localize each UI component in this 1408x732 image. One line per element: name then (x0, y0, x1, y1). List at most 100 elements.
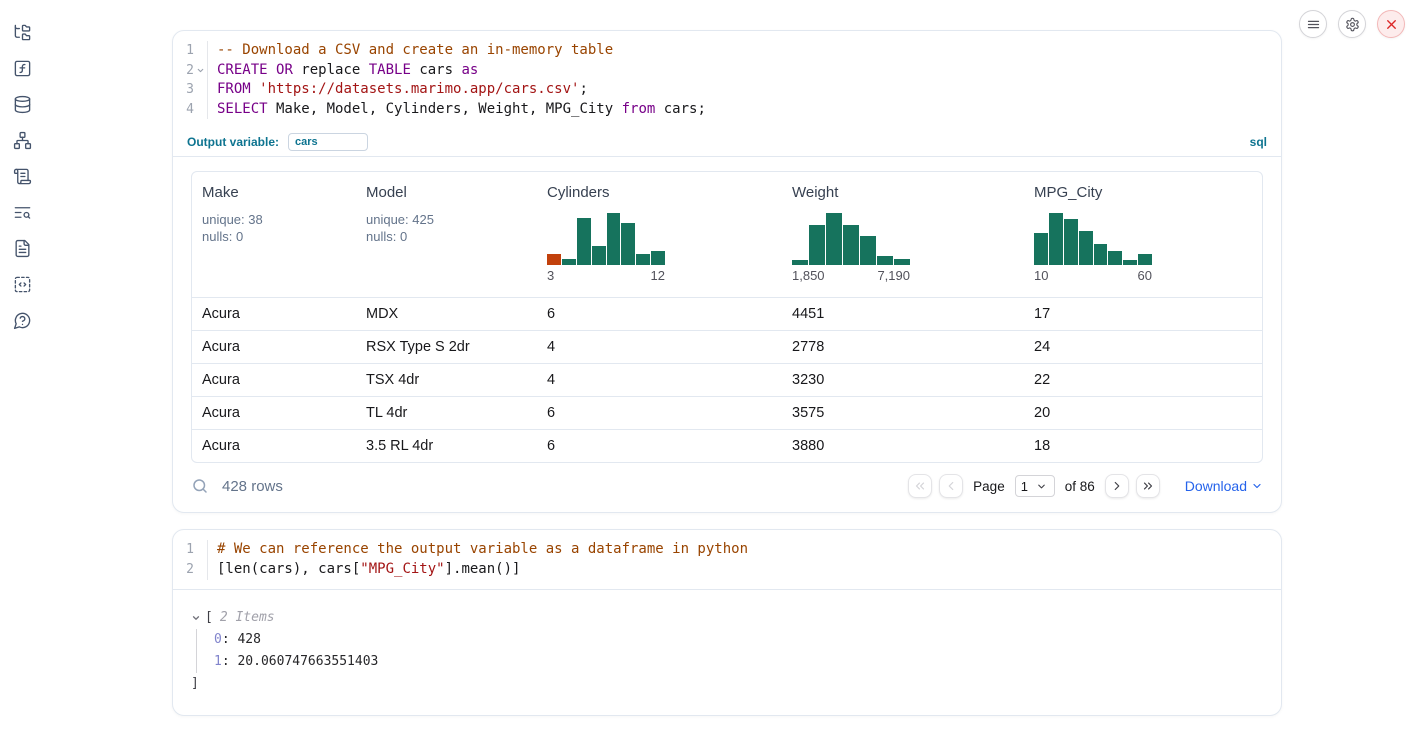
chevron-down-icon (191, 613, 201, 623)
table-cell: 4 (537, 363, 782, 396)
histogram-axis-labels: 10 60 (1034, 268, 1152, 283)
line-number-gutter: 3 (173, 80, 208, 100)
code-line: 1-- Download a CSV and create an in-memo… (173, 41, 1269, 61)
table-cell: 6 (537, 429, 782, 462)
shutdown-button[interactable] (1377, 10, 1405, 38)
table-cell: TSX 4dr (356, 363, 537, 396)
code-line: 3FROM 'https://datasets.marimo.app/cars.… (173, 80, 1269, 100)
output-variable-input[interactable] (288, 133, 368, 151)
line-number-gutter: 2 (173, 560, 208, 580)
scratchpad-icon[interactable] (11, 165, 33, 187)
histogram-bar (636, 254, 650, 265)
menu-button[interactable] (1299, 10, 1327, 38)
table-row[interactable]: AcuraTSX 4dr4323022 (192, 363, 1262, 396)
histogram-bar (1034, 233, 1048, 266)
histogram-bar (547, 254, 561, 265)
file-tree-icon[interactable] (11, 21, 33, 43)
page-label: Page (973, 479, 1005, 494)
row-count: 428 rows (222, 478, 283, 495)
histogram-bar (592, 246, 606, 266)
mpg-city-histogram (1034, 213, 1152, 265)
page-select-value: 1 (1021, 479, 1028, 494)
histogram-bar (577, 218, 591, 266)
gear-icon (1345, 17, 1360, 32)
histogram-bar (894, 259, 910, 266)
table-cell: 18 (1024, 429, 1262, 462)
table-cell: TL 4dr (356, 396, 537, 429)
list-item: 1: 20.060747663551403 (214, 651, 1263, 673)
chevron-down-icon (1036, 481, 1047, 492)
download-label: Download (1185, 478, 1247, 494)
last-page-button[interactable] (1136, 474, 1160, 498)
table-cell: Acura (192, 330, 356, 363)
documentation-icon[interactable] (11, 237, 33, 259)
functions-icon[interactable] (11, 57, 33, 79)
datasets-icon[interactable] (11, 93, 33, 115)
table-cell: 3.5 RL 4dr (356, 429, 537, 462)
table-cell: Acura (192, 396, 356, 429)
histogram-bar (651, 251, 665, 265)
collapse-toggle[interactable] (191, 613, 201, 623)
histogram-bar (607, 213, 621, 265)
open-bracket: [ (205, 607, 213, 629)
notebook-area: 1-- Download a CSV and create an in-memo… (172, 30, 1282, 732)
cylinders-histogram (547, 213, 665, 265)
search-button[interactable] (191, 477, 209, 495)
table-cell: 24 (1024, 330, 1262, 363)
dependency-graph-icon[interactable] (11, 129, 33, 151)
help-icon[interactable] (11, 309, 33, 331)
column-header-make[interactable]: Make unique: 38 nulls: 0 (192, 172, 356, 297)
snippets-icon[interactable] (11, 273, 33, 295)
table-cell: MDX (356, 297, 537, 330)
column-title: Weight (792, 184, 1014, 201)
column-header-mpg-city[interactable]: MPG_City 10 60 (1024, 172, 1262, 297)
table-cell: 22 (1024, 363, 1262, 396)
python-code-editor[interactable]: 1# We can reference the output variable … (173, 530, 1281, 588)
next-page-button[interactable] (1105, 474, 1129, 498)
table-cell: 2778 (782, 330, 1024, 363)
table-cell: 4 (537, 330, 782, 363)
close-bracket: ] (191, 673, 1263, 695)
fold-toggle-icon[interactable] (194, 61, 207, 81)
logs-search-icon[interactable] (11, 201, 33, 223)
histogram-axis-labels: 3 12 (547, 268, 665, 283)
table-row[interactable]: AcuraRSX Type S 2dr4277824 (192, 330, 1262, 363)
table-cell: 4451 (782, 297, 1024, 330)
histogram-bar (809, 225, 825, 265)
code-line: 2CREATE OR replace TABLE cars as (173, 61, 1269, 81)
table-row[interactable]: AcuraTL 4dr6357520 (192, 396, 1262, 429)
column-title: Make (202, 184, 346, 201)
column-header-cylinders[interactable]: Cylinders 3 12 (537, 172, 782, 297)
results-table: Make unique: 38 nulls: 0 Model unique: 4… (191, 171, 1263, 463)
console-output: [ 2 Items 0: 428 1: 20.060747663551403 ] (173, 589, 1281, 715)
output-variable-row: Output variable: sql (173, 128, 1281, 157)
table-cell: 3230 (782, 363, 1024, 396)
column-header-weight[interactable]: Weight 1,850 7,190 (782, 172, 1024, 297)
column-stats: unique: 38 nulls: 0 (202, 211, 346, 245)
table-cell: 6 (537, 297, 782, 330)
column-title: Model (366, 184, 527, 201)
histogram-axis-labels: 1,850 7,190 (792, 268, 910, 283)
histogram-bar (826, 213, 842, 265)
settings-button[interactable] (1338, 10, 1366, 38)
sql-code-editor[interactable]: 1-- Download a CSV and create an in-memo… (173, 31, 1281, 128)
table-cell: 20 (1024, 396, 1262, 429)
histogram-bar (792, 260, 808, 265)
page-total-label: of 86 (1065, 479, 1095, 494)
python-cell: 1# We can reference the output variable … (172, 529, 1282, 715)
chevron-down-icon (1251, 480, 1263, 492)
table-row[interactable]: Acura3.5 RL 4dr6388018 (192, 429, 1262, 462)
page-select[interactable]: 1 (1015, 475, 1055, 497)
histogram-bar (1108, 251, 1122, 266)
pagination: Page 1 of 86 Download (908, 474, 1263, 498)
sql-cell: 1-- Download a CSV and create an in-memo… (172, 30, 1282, 513)
list-item: 0: 428 (214, 629, 1263, 651)
column-header-model[interactable]: Model unique: 425 nulls: 0 (356, 172, 537, 297)
histogram-bar (860, 236, 876, 265)
table-row[interactable]: AcuraMDX6445117 (192, 297, 1262, 330)
column-title: Cylinders (547, 184, 772, 201)
histogram-bar (1064, 219, 1078, 266)
chevrons-right-icon (1141, 479, 1155, 493)
download-button[interactable]: Download (1185, 478, 1263, 494)
hamburger-icon (1306, 17, 1321, 32)
